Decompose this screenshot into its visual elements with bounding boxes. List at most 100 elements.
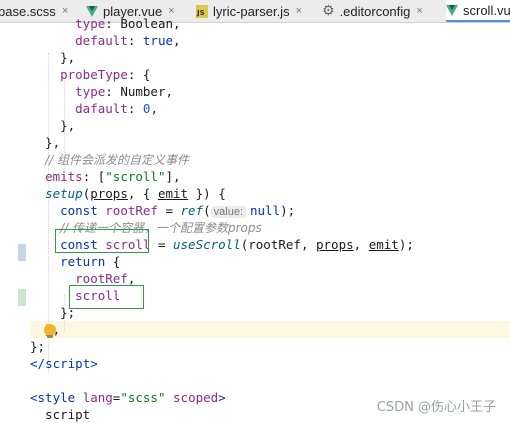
code-token: "scss" [120, 390, 166, 405]
tab-label: lyric-parser.js [213, 3, 290, 19]
code-token: const [60, 203, 106, 218]
code-token: : { [127, 67, 151, 82]
code-token: ref [180, 203, 204, 218]
js-file-icon [196, 4, 208, 18]
code-token: useScroll [173, 237, 241, 252]
gutter-added-marker [18, 289, 26, 306]
code-line: }, [30, 117, 75, 134]
code-token: { [112, 254, 121, 269]
code-token: , [353, 237, 369, 252]
code-token: type [75, 16, 106, 31]
code-token: : [127, 33, 143, 48]
code-token: : [105, 16, 121, 31]
code-line: // 组件会派发的自定义事件 [30, 151, 189, 168]
code-line: setup(props, { emit }) { [30, 185, 226, 202]
code-token: }, [30, 135, 61, 150]
tab-lyric-parser-js[interactable]: lyric-parser.js × [196, 0, 302, 22]
code-token: , [165, 84, 174, 99]
code-token: : [105, 84, 121, 99]
code-token: lang [82, 390, 113, 405]
code-token: rootRef [75, 271, 128, 286]
close-icon[interactable]: × [416, 5, 422, 17]
tab-label: scroll.vu [463, 2, 510, 18]
code-token: < [30, 390, 38, 405]
code-token: ); [280, 203, 296, 218]
code-token: type [75, 84, 106, 99]
code-token: null [250, 203, 281, 218]
code-token: ); [398, 237, 414, 252]
code-token: emit [368, 237, 399, 252]
code-token: ], [165, 169, 181, 184]
code-token: , [173, 33, 181, 48]
code-token: : [127, 101, 143, 116]
code-token: setup [45, 186, 83, 201]
code-line: type: Number, [30, 83, 173, 100]
code-token: dafault [75, 101, 128, 116]
watermark: CSDN @伤心小王子 [376, 400, 496, 415]
code-line: }; [30, 338, 45, 355]
scroll-return-box [69, 285, 144, 309]
code-editor[interactable]: type: Boolean, default: true, }, probeTy… [30, 16, 510, 423]
code-token: props [90, 186, 128, 201]
code-token: emit [157, 186, 189, 201]
intention-bulb-icon[interactable] [44, 324, 56, 338]
code-token: : [ [82, 169, 106, 184]
code-token: script [30, 407, 91, 422]
code-token: > [218, 390, 226, 405]
gear-icon: ⚙ [322, 3, 335, 19]
gutter-modified-marker [18, 244, 26, 261]
code-token: ( [203, 203, 211, 218]
code-token: props [316, 237, 354, 252]
tab-editorconfig[interactable]: ⚙ .editorconfig × [322, 0, 423, 22]
code-line: }, [30, 49, 75, 66]
code-token: return [60, 254, 113, 269]
tab-label: .editorconfig [339, 3, 411, 19]
code-token: }; [30, 339, 46, 354]
code-token: probeType [60, 67, 128, 82]
code-token: }, [30, 118, 76, 133]
code-token: true [142, 33, 174, 48]
code-token: = [150, 237, 173, 252]
code-token: Number [120, 84, 166, 99]
code-token: , [150, 101, 158, 116]
code-line: }, [30, 134, 60, 151]
code-token: default [75, 33, 128, 48]
code-line: emits: ["scroll"], [30, 168, 181, 185]
code-line: dafault: 0, [30, 100, 158, 117]
parameter-hint: value: [210, 206, 246, 218]
code-token: "scroll" [105, 169, 166, 184]
code-token: </ [30, 356, 46, 371]
code-token: }, [30, 50, 76, 65]
code-token: (rootRef, [240, 237, 316, 252]
tab-scroll-vu[interactable]: scroll.vu [446, 0, 510, 22]
code-token: , { [127, 186, 158, 201]
code-line: default: true, [30, 32, 181, 49]
code-token: script [45, 356, 91, 371]
scroll-declaration-box [55, 229, 149, 253]
code-token: , [173, 16, 181, 31]
editor-gutter [0, 23, 30, 421]
code-line: return { [30, 253, 120, 270]
code-line: </script> [30, 355, 98, 372]
close-icon[interactable]: × [296, 5, 302, 17]
code-line: const rootRef = ref(value: null); [30, 202, 295, 219]
code-line: type: Boolean, [30, 15, 181, 32]
code-token: Boolean [120, 16, 174, 31]
vue-file-icon [446, 4, 458, 16]
code-token: }) { [188, 186, 226, 201]
code-line: script [30, 406, 90, 423]
code-token: // 组件会派发的自定义事件 [45, 153, 189, 167]
code-token: , [127, 271, 136, 286]
